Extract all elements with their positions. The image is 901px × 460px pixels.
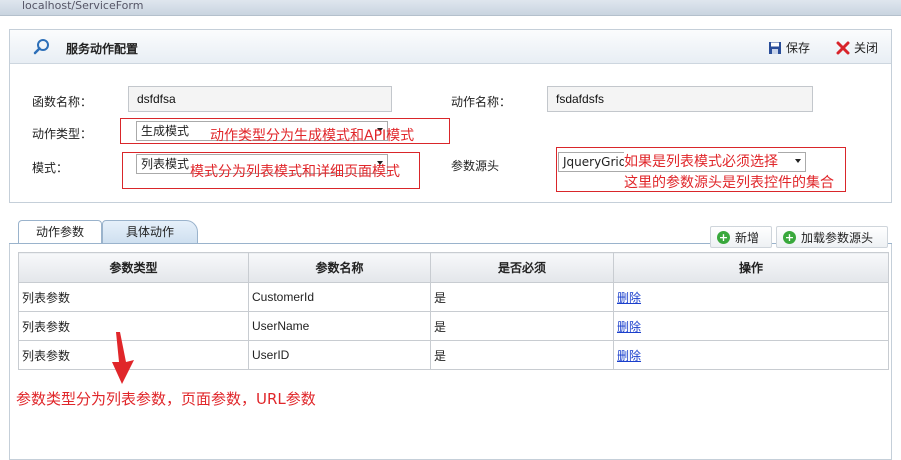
column-header[interactable]: 是否必须 (430, 252, 614, 283)
func-name-label: 函数名称： (32, 95, 93, 109)
window-titlebar: localhost/ServiceForm (0, 0, 901, 16)
table-header-row: 参数类型 参数名称 是否必须 操作 (18, 252, 889, 283)
required-cell: 是 (430, 340, 614, 370)
add-label: 新增 (735, 230, 760, 245)
table-row[interactable]: 列表参数 CustomerId 是 删除 (18, 282, 889, 312)
search-icon (33, 39, 49, 55)
delete-link[interactable]: 删除 (617, 320, 641, 334)
close-button[interactable]: 关闭 (836, 39, 878, 56)
window-title: localhost/ServiceForm (22, 0, 144, 12)
close-label: 关闭 (854, 41, 879, 55)
table-row[interactable]: 列表参数 UserID 是 删除 (18, 340, 889, 370)
param-source-annotation-1: 如果是列表模式必须选择 (624, 151, 778, 171)
save-icon (769, 41, 781, 54)
annotation-arrow-icon (112, 332, 134, 384)
required-cell: 是 (430, 282, 614, 312)
action-type-annotation: 动作类型分为生成模式和API模式 (210, 128, 415, 144)
action-type-label: 动作类型： (32, 127, 93, 141)
param-type-cell: 列表参数 (18, 282, 249, 312)
tab-action-params[interactable]: 动作参数 (18, 220, 102, 244)
plus-icon: + (717, 230, 730, 244)
column-header[interactable]: 参数类型 (18, 252, 249, 283)
page-title: 服务动作配置 (66, 42, 139, 56)
load-label: 加载参数源头 (801, 230, 874, 245)
plus-icon: + (783, 230, 796, 244)
save-label: 保存 (786, 41, 811, 55)
delete-link[interactable]: 删除 (617, 291, 641, 305)
action-name-field[interactable]: fsdafdsfs (547, 86, 813, 112)
param-type-annotation: 参数类型分为列表参数，页面参数，URL参数 (16, 390, 316, 408)
param-source-annotation-2: 这里的参数源头是列表控件的集合 (624, 175, 834, 191)
panel-header: 服务动作配置 保存 关闭 (10, 30, 891, 64)
action-name-label: 动作名称： (451, 95, 512, 109)
grid-container: 参数类型 参数名称 是否必须 操作 列表参数 CustomerId 是 删除 列… (9, 244, 892, 460)
mode-label: 模式： (32, 161, 69, 175)
table-row[interactable]: 列表参数 UserName 是 删除 (18, 311, 889, 341)
config-panel: 服务动作配置 保存 关闭 函数名称： dsfdfsa 动作名称： fsdafds… (9, 29, 892, 203)
close-icon (836, 41, 850, 54)
param-name-cell: UserID (248, 340, 431, 370)
func-name-field[interactable]: dsfdfsa (128, 86, 392, 112)
save-button[interactable]: 保存 (768, 39, 810, 56)
param-table: 参数类型 参数名称 是否必须 操作 列表参数 CustomerId 是 删除 列… (18, 252, 889, 370)
column-header[interactable]: 参数名称 (248, 252, 431, 283)
param-source-label: 参数源头 (451, 159, 500, 173)
column-header[interactable]: 操作 (613, 252, 889, 283)
required-cell: 是 (430, 311, 614, 341)
mode-annotation: 模式分为列表模式和详细页面模式 (190, 164, 400, 180)
delete-link[interactable]: 删除 (617, 349, 641, 363)
param-name-cell: CustomerId (248, 282, 431, 312)
param-name-cell: UserName (248, 311, 431, 341)
tab-specific-actions[interactable]: 具体动作 (102, 220, 198, 244)
